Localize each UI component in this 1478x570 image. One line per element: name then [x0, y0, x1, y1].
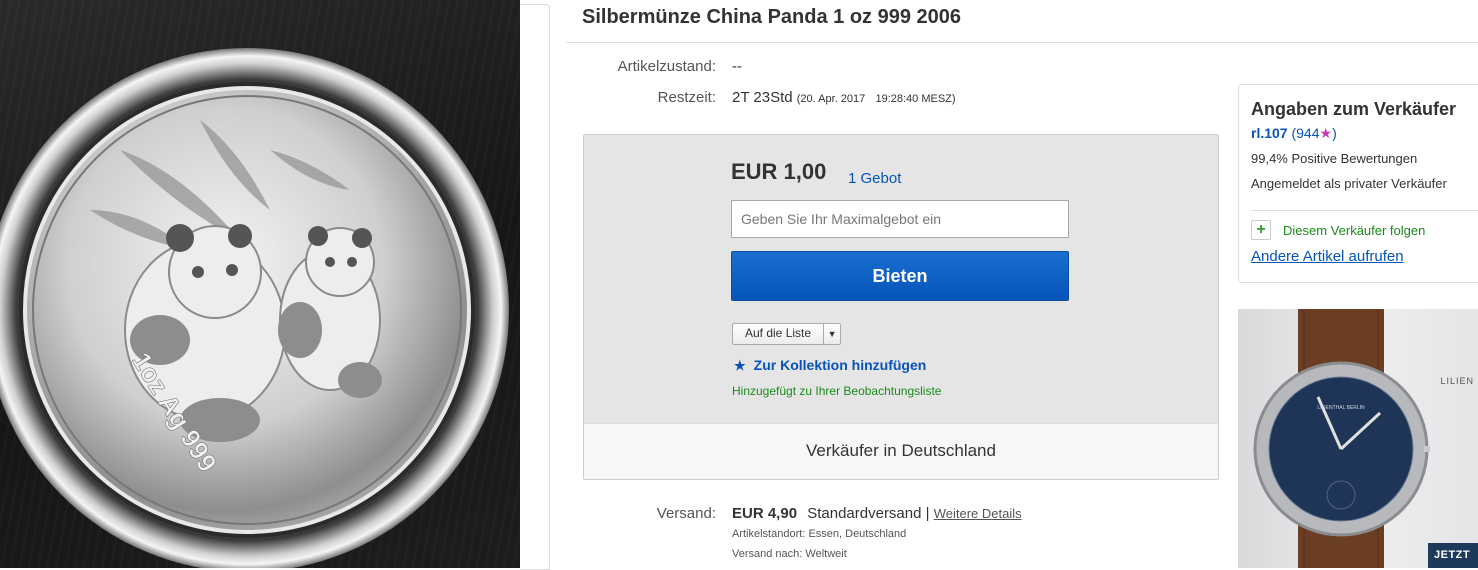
- condition-value: --: [732, 58, 742, 75]
- positive-feedback: 99,4% Positive Bewertungen: [1251, 151, 1418, 166]
- item-location: Artikelstandort: Essen, Deutschland: [732, 528, 906, 540]
- chevron-down-icon[interactable]: ▼: [824, 324, 840, 344]
- seller-heading: Angaben zum Verkäufer: [1251, 99, 1457, 119]
- shipping-details-link[interactable]: Weitere Details: [934, 506, 1022, 521]
- max-bid-input[interactable]: [731, 200, 1069, 238]
- watchlist-notice: Hinzugefügt zu Ihrer Beobachtungsliste: [732, 384, 942, 398]
- time-left-label: Restzeit:: [657, 89, 716, 106]
- condition-label: Artikelzustand:: [617, 58, 716, 75]
- shipping-price: EUR 4,90: [732, 505, 798, 522]
- watchlist-dropdown[interactable]: Auf die Liste ▼: [732, 323, 842, 345]
- end-date: (20. Apr. 2017: [796, 93, 866, 105]
- seller-location-bar: Verkäufer in Deutschland: [584, 423, 1218, 479]
- silver-coin-image: 1oz Ag 999: [0, 48, 509, 568]
- ad-brand: LILIEN: [1440, 376, 1474, 386]
- add-to-collection-link[interactable]: ★ Zur Kollektion hinzufügen: [734, 357, 926, 374]
- seller-account-type: Angemeldet als privater Verkäufer: [1251, 176, 1447, 191]
- feedback-score[interactable]: (944: [1291, 125, 1319, 141]
- feedback-close: ): [1332, 125, 1337, 141]
- other-items-link[interactable]: Andere Artikel aufrufen: [1251, 248, 1404, 265]
- time-left: 2T 23Std (20. Apr. 2017 19:28:40 MESZ): [732, 89, 956, 106]
- ships-to-label: Versand nach:: [732, 548, 803, 560]
- place-bid-button[interactable]: Bieten: [731, 251, 1069, 301]
- plus-icon[interactable]: +: [1251, 220, 1271, 240]
- title-divider: [566, 42, 1478, 43]
- dial-brand: LILIENTHAL BERLIN: [1317, 405, 1365, 411]
- feedback-star-icon: ★: [1319, 125, 1333, 141]
- item-title: Silbermünze China Panda 1 oz 999 2006: [582, 6, 962, 28]
- wristwatch-image: LILIENTHAL BERLIN: [1253, 309, 1430, 568]
- ships-to-value: Weltweit: [805, 548, 847, 560]
- seller-location: Verkäufer in Deutschland: [806, 441, 996, 460]
- seller-name-link[interactable]: rl.107: [1251, 125, 1288, 141]
- star-icon: ★: [734, 358, 746, 373]
- watch-advertisement[interactable]: LILIENTHAL BERLIN LILIEN JETZT: [1238, 309, 1478, 568]
- item-location-label: Artikelstandort:: [732, 528, 806, 540]
- image-panel-border: [520, 4, 550, 570]
- add-to-collection-label[interactable]: Zur Kollektion hinzufügen: [754, 357, 927, 373]
- ad-cta-button[interactable]: JETZT: [1428, 543, 1478, 568]
- ships-to: Versand nach: Weltweit: [732, 548, 847, 560]
- time-left-value: 2T 23Std: [732, 89, 793, 106]
- shipping-method: Standardversand |: [807, 505, 930, 522]
- watchlist-label[interactable]: Auf die Liste: [733, 324, 825, 344]
- shipping-label: Versand:: [656, 505, 716, 522]
- seller-info-panel: Angaben zum Verkäufer rl.107 (944★) 99,4…: [1238, 84, 1478, 283]
- follow-seller-button[interactable]: + Diesem Verkäufer folgen: [1251, 220, 1425, 240]
- current-price: EUR 1,00: [731, 159, 827, 184]
- follow-seller-label[interactable]: Diesem Verkäufer folgen: [1283, 223, 1425, 238]
- seller-identity: rl.107 (944★): [1251, 125, 1337, 142]
- end-time: 19:28:40 MESZ): [875, 93, 956, 105]
- seller-divider: [1251, 210, 1478, 211]
- bid-panel: EUR 1,00 1 Gebot Bieten Auf die Liste ▼ …: [583, 134, 1219, 480]
- shipping-info: EUR 4,90 Standardversand | Weitere Detai…: [732, 505, 1022, 522]
- bid-count-link[interactable]: 1 Gebot: [848, 170, 901, 187]
- product-image[interactable]: 1oz Ag 999: [0, 0, 520, 568]
- bid-panel-top: EUR 1,00 1 Gebot Bieten Auf die Liste ▼ …: [584, 135, 1218, 423]
- item-location-value: Essen, Deutschland: [808, 528, 907, 540]
